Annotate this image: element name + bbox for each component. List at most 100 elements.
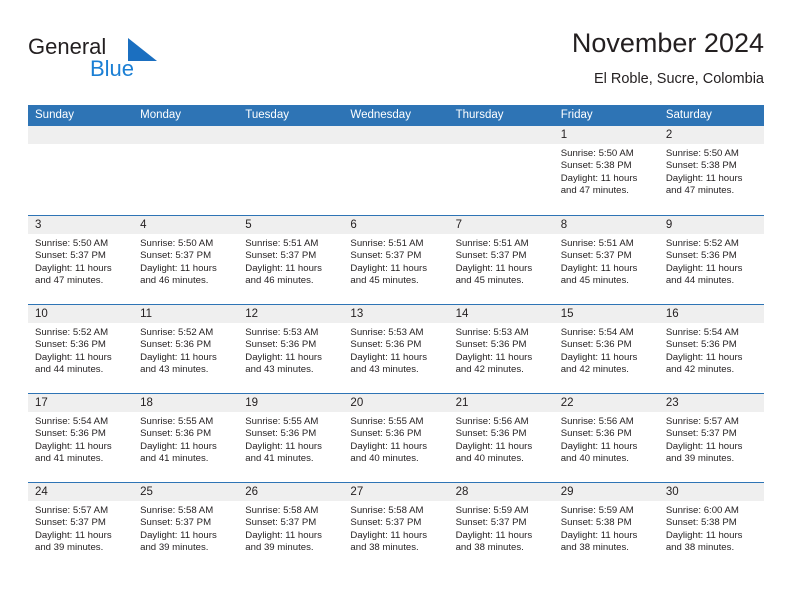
daylight-text-line2: and 40 minutes. [560,453,629,465]
daylight-text-line1: Daylight: 11 hours [455,262,533,274]
sunset-text: Sunset: 5:36 PM [665,250,737,262]
day-cell[interactable]: 14 Sunrise: 5:53 AM Sunset: 5:36 PM Dayl… [448,305,554,393]
page-subtitle: El Roble, Sucre, Colombia [593,71,764,87]
daylight-text-line2: and 43 minutes. [140,364,209,376]
general-blue-logo[interactable]: General Blue [28,34,218,90]
day-number-strip: 14 [448,305,554,323]
day-number-strip [343,126,449,144]
day-cell[interactable] [28,126,134,215]
daylight-text-line2: and 42 minutes. [665,364,735,376]
sunrise-text: Sunrise: 5:51 AM [350,238,424,249]
day-cell[interactable]: 3 Sunrise: 5:50 AM Sunset: 5:37 PM Dayli… [28,216,134,304]
day-number: 21 [455,397,469,409]
sunrise-text: Sunrise: 5:52 AM [665,238,739,249]
daylight-text-line1: Daylight: 11 hours [245,440,322,452]
daylight-text-line1: Daylight: 11 hours [665,172,743,184]
daylight-text-line1: Daylight: 11 hours [665,351,743,363]
day-cell[interactable]: 4 Sunrise: 5:50 AM Sunset: 5:37 PM Dayli… [133,216,239,304]
day-cell[interactable]: 12 Sunrise: 5:53 AM Sunset: 5:36 PM Dayl… [238,305,344,393]
daylight-text-line1: Daylight: 11 hours [35,351,112,363]
day-number: 14 [455,308,469,320]
sunset-text: Sunset: 5:36 PM [455,428,527,440]
sunrise-text: Sunrise: 5:54 AM [35,416,109,427]
weekday-header-monday: Monday [140,109,182,121]
day-number-strip: 10 [28,305,134,323]
day-cell[interactable]: 29 Sunrise: 5:59 AM Sunset: 5:38 PM Dayl… [553,483,659,571]
day-number: 26 [245,486,259,498]
day-cell[interactable]: 15 Sunrise: 5:54 AM Sunset: 5:36 PM Dayl… [553,305,659,393]
daylight-text-line1: Daylight: 11 hours [140,529,217,541]
daylight-text-line1: Daylight: 11 hours [560,529,638,541]
day-number: 2 [665,129,673,141]
sunrise-text: Sunrise: 5:56 AM [455,416,529,427]
sunset-text: Sunset: 5:36 PM [455,339,527,351]
day-number-strip: 4 [133,216,239,234]
day-details: Sunrise: 5:55 AM Sunset: 5:36 PM Dayligh… [343,412,448,466]
day-details [449,144,554,148]
day-cell[interactable]: 6 Sunrise: 5:51 AM Sunset: 5:37 PM Dayli… [343,216,449,304]
day-cell[interactable] [448,126,554,215]
day-cell[interactable]: 25 Sunrise: 5:58 AM Sunset: 5:37 PM Dayl… [133,483,239,571]
week-row: 17 Sunrise: 5:54 AM Sunset: 5:36 PM Dayl… [28,393,764,482]
day-cell[interactable]: 8 Sunrise: 5:51 AM Sunset: 5:37 PM Dayli… [553,216,659,304]
sunset-text: Sunset: 5:38 PM [560,517,632,529]
week-row: 10 Sunrise: 5:52 AM Sunset: 5:36 PM Dayl… [28,304,764,393]
daylight-text-line2: and 46 minutes. [245,275,314,287]
day-details: Sunrise: 5:56 AM Sunset: 5:36 PM Dayligh… [554,412,659,466]
daylight-text-line2: and 39 minutes. [665,453,735,465]
day-cell[interactable]: 9 Sunrise: 5:52 AM Sunset: 5:36 PM Dayli… [658,216,764,304]
day-cell[interactable] [238,126,344,215]
daylight-text-line2: and 42 minutes. [455,364,524,376]
sunrise-text: Sunrise: 5:51 AM [245,238,319,249]
day-number-strip: 6 [343,216,449,234]
day-cell[interactable]: 21 Sunrise: 5:56 AM Sunset: 5:36 PM Dayl… [448,394,554,482]
daylight-text-line1: Daylight: 11 hours [455,351,533,363]
sunset-text: Sunset: 5:36 PM [560,428,632,440]
day-cell[interactable]: 16 Sunrise: 5:54 AM Sunset: 5:36 PM Dayl… [658,305,764,393]
day-cell[interactable]: 17 Sunrise: 5:54 AM Sunset: 5:36 PM Dayl… [28,394,134,482]
day-number: 20 [350,397,364,409]
day-number: 24 [35,486,48,498]
day-cell[interactable]: 23 Sunrise: 5:57 AM Sunset: 5:37 PM Dayl… [658,394,764,482]
day-cell[interactable]: 5 Sunrise: 5:51 AM Sunset: 5:37 PM Dayli… [238,216,344,304]
sunset-text: Sunset: 5:37 PM [140,250,212,262]
day-cell[interactable]: 18 Sunrise: 5:55 AM Sunset: 5:36 PM Dayl… [133,394,239,482]
day-cell[interactable]: 10 Sunrise: 5:52 AM Sunset: 5:36 PM Dayl… [28,305,134,393]
weekday-header-saturday: Saturday [665,109,712,121]
sunset-text: Sunset: 5:36 PM [245,339,317,351]
day-cell[interactable]: 2 Sunrise: 5:50 AM Sunset: 5:38 PM Dayli… [658,126,764,215]
sunset-text: Sunset: 5:37 PM [35,517,106,529]
day-cell[interactable]: 30 Sunrise: 6:00 AM Sunset: 5:38 PM Dayl… [658,483,764,571]
daylight-text-line2: and 38 minutes. [665,542,735,554]
sunset-text: Sunset: 5:37 PM [455,250,527,262]
week-row: 3 Sunrise: 5:50 AM Sunset: 5:37 PM Dayli… [28,215,764,304]
sail-triangle-icon [126,37,158,63]
day-details [28,144,133,148]
day-cell[interactable]: 11 Sunrise: 5:52 AM Sunset: 5:36 PM Dayl… [133,305,239,393]
day-cell[interactable]: 7 Sunrise: 5:51 AM Sunset: 5:37 PM Dayli… [448,216,554,304]
day-cell[interactable]: 26 Sunrise: 5:58 AM Sunset: 5:37 PM Dayl… [238,483,344,571]
day-number-strip: 13 [343,305,449,323]
sunrise-text: Sunrise: 5:58 AM [140,505,214,516]
sunset-text: Sunset: 5:37 PM [665,428,737,440]
day-cell[interactable]: 27 Sunrise: 5:58 AM Sunset: 5:37 PM Dayl… [343,483,449,571]
sunrise-text: Sunrise: 5:54 AM [665,327,739,338]
sunrise-text: Sunrise: 5:53 AM [350,327,424,338]
sunrise-text: Sunrise: 5:50 AM [35,238,109,249]
weekday-header-sunday: Sunday [35,109,75,121]
sunset-text: Sunset: 5:37 PM [350,250,422,262]
day-cell[interactable]: 22 Sunrise: 5:56 AM Sunset: 5:36 PM Dayl… [553,394,659,482]
day-cell[interactable]: 19 Sunrise: 5:55 AM Sunset: 5:36 PM Dayl… [238,394,344,482]
day-details: Sunrise: 5:50 AM Sunset: 5:37 PM Dayligh… [133,234,238,288]
day-cell[interactable]: 28 Sunrise: 5:59 AM Sunset: 5:37 PM Dayl… [448,483,554,571]
day-cell[interactable] [133,126,239,215]
daylight-text-line2: and 42 minutes. [560,364,629,376]
day-cell[interactable]: 24 Sunrise: 5:57 AM Sunset: 5:37 PM Dayl… [28,483,134,571]
day-cell[interactable]: 13 Sunrise: 5:53 AM Sunset: 5:36 PM Dayl… [343,305,449,393]
daylight-text-line2: and 47 minutes. [665,185,735,197]
day-cell[interactable] [343,126,449,215]
day-cell[interactable]: 20 Sunrise: 5:55 AM Sunset: 5:36 PM Dayl… [343,394,449,482]
day-details: Sunrise: 5:52 AM Sunset: 5:36 PM Dayligh… [133,323,238,377]
day-cell[interactable]: 1 Sunrise: 5:50 AM Sunset: 5:38 PM Dayli… [553,126,659,215]
day-number-strip: 11 [133,305,239,323]
